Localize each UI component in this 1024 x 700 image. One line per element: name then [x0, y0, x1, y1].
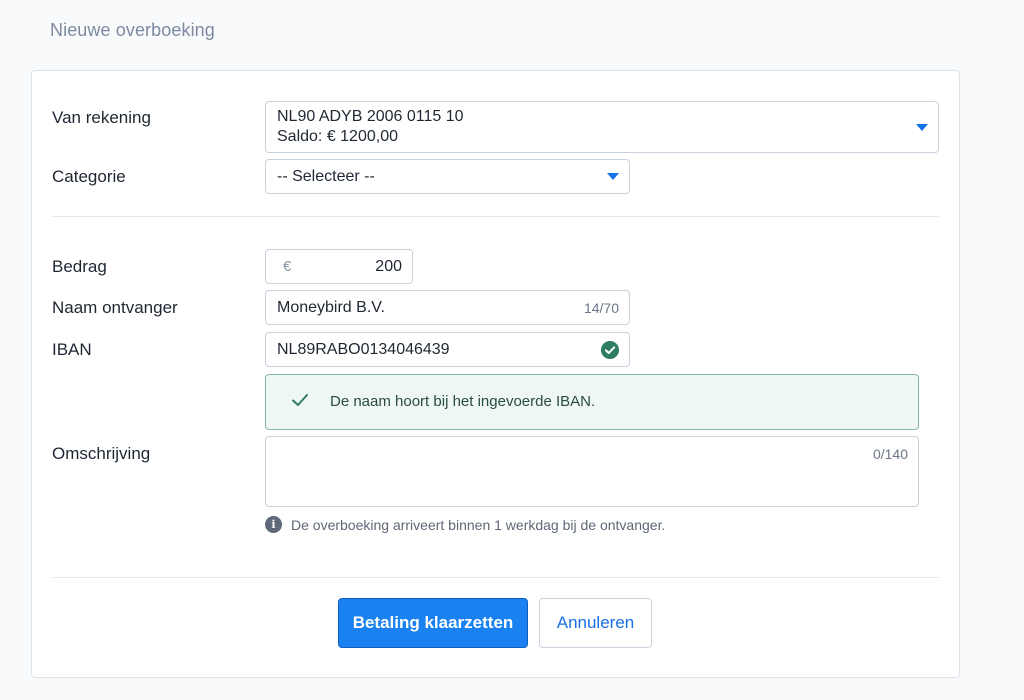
submit-payment-button[interactable]: Betaling klaarzetten — [338, 598, 528, 648]
transfer-form-card: Van rekening NL90 ADYB 2006 0115 10 Sald… — [31, 70, 960, 678]
category-select[interactable]: -- Selecteer -- — [265, 159, 630, 194]
category-label: Categorie — [52, 167, 126, 186]
recipient-name-input[interactable]: Moneybird B.V. 14/70 — [265, 290, 630, 325]
info-icon: i — [265, 516, 282, 533]
section-divider — [52, 216, 939, 217]
footer-divider — [52, 577, 939, 578]
delivery-info: i De overboeking arriveert binnen 1 werk… — [265, 516, 665, 533]
iban-label: IBAN — [52, 340, 92, 359]
recipient-name-label: Naam ontvanger — [52, 298, 178, 317]
amount-label: Bedrag — [52, 257, 107, 276]
from-account-iban: NL90 ADYB 2006 0115 10 — [277, 108, 464, 125]
amount-input[interactable]: € 200 — [265, 249, 413, 284]
euro-icon: € — [283, 258, 292, 275]
iban-name-match-alert: De naam hoort bij het ingevoerde IBAN. — [265, 374, 919, 430]
check-circle-icon — [601, 341, 619, 359]
from-account-balance: Saldo: € 1200,00 — [277, 128, 398, 145]
iban-name-match-message: De naam hoort bij het ingevoerde IBAN. — [330, 393, 596, 410]
iban-input[interactable]: NL89RABO0134046439 — [265, 332, 630, 367]
page-title: Nieuwe overboeking — [50, 20, 215, 40]
recipient-name-value: Moneybird B.V. — [277, 299, 385, 316]
description-counter: 0/140 — [872, 446, 908, 462]
amount-value: 200 — [375, 258, 402, 275]
chevron-down-icon — [607, 173, 619, 180]
cancel-button[interactable]: Annuleren — [539, 598, 652, 648]
description-label: Omschrijving — [52, 444, 151, 463]
checkmark-icon — [292, 394, 308, 406]
iban-value: NL89RABO0134046439 — [277, 341, 450, 358]
description-textarea[interactable]: 0/140 — [265, 436, 919, 507]
from-account-select[interactable]: NL90 ADYB 2006 0115 10 Saldo: € 1200,00 — [265, 101, 939, 153]
recipient-name-counter: 14/70 — [583, 300, 619, 316]
category-selected-value: -- Selecteer -- — [277, 168, 375, 185]
chevron-down-icon — [916, 124, 928, 131]
from-account-label: Van rekening — [52, 108, 151, 127]
delivery-info-text: De overboeking arriveert binnen 1 werkda… — [291, 516, 666, 533]
